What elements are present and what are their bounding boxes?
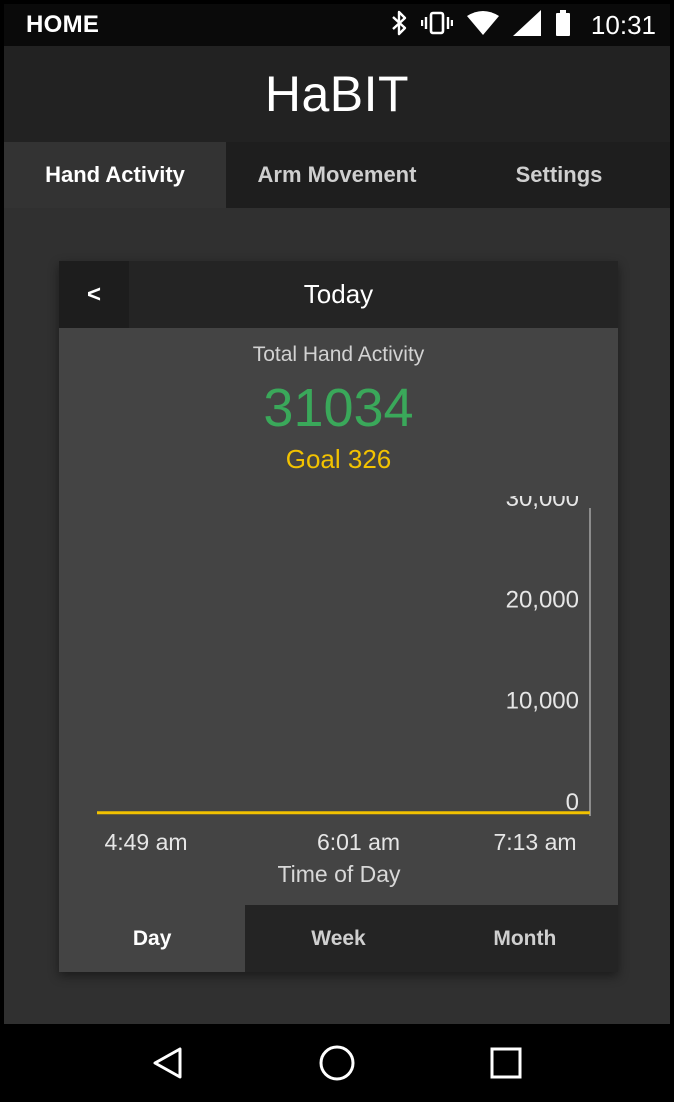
app-header: HaBIT: [4, 46, 670, 142]
y-tick-label: 10,000: [506, 688, 579, 715]
card-header: < Today: [59, 261, 618, 328]
main-content: < Today Total Hand Activity 31034 Goal 3…: [4, 208, 670, 1024]
x-axis-title: Time of Day: [277, 861, 401, 887]
tab-bar: Hand Activity Arm Movement Settings: [4, 142, 670, 208]
goal-label: Goal 326: [285, 444, 392, 474]
triangle-back-icon: [153, 1047, 182, 1079]
period-month-button[interactable]: Month: [431, 905, 618, 972]
carrier-label: HOME: [26, 11, 100, 38]
square-recents-icon: [490, 1047, 522, 1079]
x-tick-label: 4:49 am: [104, 829, 187, 855]
battery-icon: [555, 9, 571, 41]
clock-time: 10:31: [590, 9, 656, 40]
y-tick-label: 20,000: [506, 586, 579, 613]
y-tick-label: 0: [566, 789, 579, 816]
activity-card: < Today Total Hand Activity 31034 Goal 3…: [59, 261, 618, 972]
back-button[interactable]: <: [59, 261, 129, 328]
app-title: HaBIT: [264, 66, 410, 122]
y-tick-label: 30,000: [506, 496, 579, 512]
metric-value: 31034: [263, 378, 414, 438]
tab-arm-movement[interactable]: Arm Movement: [226, 142, 448, 208]
x-tick-label: 6:01 am: [317, 829, 400, 855]
period-week-button[interactable]: Week: [245, 905, 432, 972]
circle-home-icon: [319, 1045, 355, 1081]
date-title: Today: [303, 279, 374, 309]
period-selector: Day Week Month: [59, 905, 618, 972]
phone-screen: HOME 10:31 HaBIT Hand Activity Arm Movem…: [0, 0, 674, 1102]
navigation-bar: [4, 1024, 670, 1102]
bluetooth-icon: [391, 10, 407, 41]
back-nav-button[interactable]: [138, 1033, 198, 1093]
home-nav-button[interactable]: [307, 1033, 367, 1093]
period-day-button[interactable]: Day: [59, 905, 246, 972]
metric-label: Total Hand Activity: [252, 343, 425, 366]
wifi-icon: [466, 10, 499, 41]
tab-settings[interactable]: Settings: [448, 142, 670, 208]
tab-hand-activity[interactable]: Hand Activity: [4, 142, 226, 208]
status-bar: HOME 10:31: [4, 4, 670, 46]
vibrate-icon: [420, 10, 454, 41]
signal-icon: [512, 9, 541, 41]
x-tick-label: 7:13 am: [493, 829, 576, 855]
activity-chart: 30,000 20,000 10,000 0 4:49 am 6:01 am 7:13 am…: [59, 496, 591, 887]
recents-nav-button[interactable]: [476, 1033, 536, 1093]
